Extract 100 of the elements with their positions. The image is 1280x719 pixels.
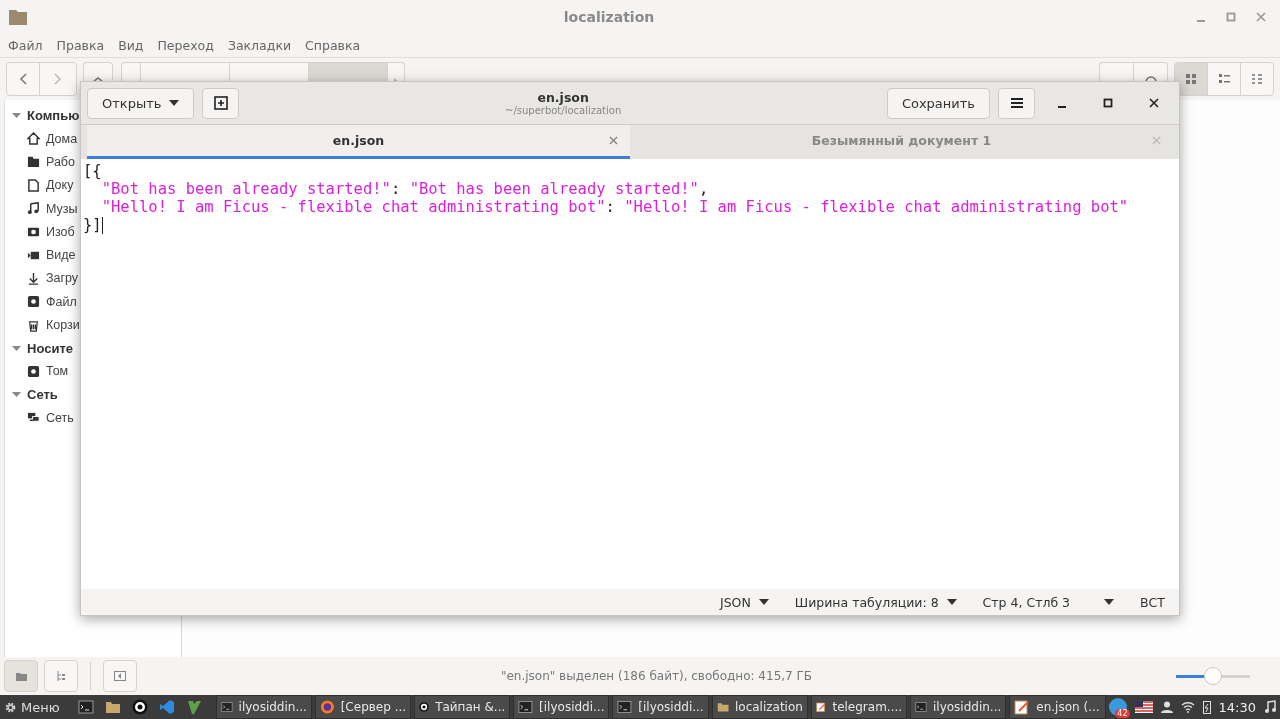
sidebar-heading[interactable]: Носите	[5, 336, 73, 360]
menu-item[interactable]: Закладки	[227, 37, 292, 53]
sidebar-heading[interactable]: Сеть	[5, 382, 58, 406]
taskbar-button[interactable]: [ilyosiddi...	[612, 695, 709, 719]
menu-item[interactable]: Переход	[157, 37, 214, 53]
caret-icon	[1104, 599, 1115, 605]
places-button[interactable]	[4, 660, 38, 692]
folder-icon	[104, 699, 121, 715]
camera-icon	[27, 225, 40, 239]
sidebar-item[interactable]: Том	[5, 359, 69, 383]
menu-button[interactable]	[998, 87, 1035, 119]
taskbar-button[interactable]: telegram....	[810, 695, 908, 719]
sidebar-heading[interactable]: Компью	[5, 104, 80, 127]
close-icon	[1149, 98, 1159, 108]
compact-view-icon	[1251, 73, 1263, 85]
forward-icon	[54, 73, 62, 85]
browser-icon	[319, 699, 335, 715]
zoom-slider-thumb[interactable]	[1204, 667, 1222, 685]
vim-logo-icon	[185, 699, 202, 715]
taskbar-button[interactable]: Тайпан &...	[414, 695, 511, 719]
cursor-position-dropdown[interactable]: Стр 4, Стлб 3	[982, 594, 1115, 610]
text-area[interactable]: [{ "Bot has been already started!": "Bot has been already started!", "Hello! I am Ficus - flexible chat administrating bot": "Hello! I am Ficus - flexible chat administrating bot" }]	[81, 159, 1179, 589]
folder-icon	[15, 671, 27, 681]
minimize-icon	[1058, 106, 1066, 108]
expander-icon	[12, 111, 21, 120]
circle-logo-icon	[419, 699, 430, 715]
sidebar-item[interactable]: Доку	[5, 173, 74, 197]
sidebar-item[interactable]: Изоб	[5, 220, 75, 244]
text-editor-icon	[815, 699, 827, 715]
taskbar-button[interactable]: [ilyosiddi...	[513, 695, 610, 719]
gear-icon	[4, 700, 17, 714]
code-punctuation: :	[390, 180, 401, 198]
notification-count: 42	[1115, 709, 1130, 718]
string-literal: "Bot has been already started!"	[409, 180, 699, 198]
network-icon	[27, 411, 40, 425]
language-dropdown[interactable]: JSON	[719, 594, 769, 610]
taskbar-button[interactable]: [Сервер ...	[314, 695, 412, 719]
menu-item[interactable]: Справка	[305, 37, 361, 53]
window-title: en.json	[537, 90, 589, 105]
menu-item[interactable]: Файл	[8, 37, 43, 53]
sidebar-item[interactable]: Корзи	[5, 313, 80, 337]
list-view-icon	[1218, 73, 1230, 85]
menu-item[interactable]: Вид	[118, 37, 144, 53]
expander-icon	[12, 343, 21, 353]
drive-icon	[27, 295, 40, 309]
toggle-sidebar-button[interactable]	[103, 660, 137, 692]
wifi-icon[interactable]	[1180, 701, 1195, 713]
sidebar-item[interactable]: Файл	[5, 290, 77, 314]
sidebar-item[interactable]: Рабо	[5, 150, 75, 174]
clock[interactable]: 14:30	[1218, 699, 1256, 715]
view-mode-button[interactable]	[1175, 63, 1208, 95]
drive-icon	[27, 364, 40, 378]
sidebar-item[interactable]: Сеть	[5, 405, 74, 430]
taskbar-button[interactable]: ilyosiddin...	[215, 695, 312, 719]
sidebar-item[interactable]: Дома	[5, 127, 78, 151]
terminal-icon	[518, 699, 534, 715]
terminal-icon	[915, 699, 927, 715]
insert-mode: ВСТ	[1140, 594, 1165, 610]
sidebar-item[interactable]: Загру	[5, 266, 79, 291]
document-icon	[27, 178, 40, 192]
code-punctuation: :	[605, 198, 615, 216]
back-icon	[19, 73, 27, 85]
string-literal: "Hello! I am Ficus - flexible chat administrating bot"	[101, 198, 606, 216]
code-punctuation: }]	[83, 216, 102, 234]
notification-icon[interactable]: 42	[1108, 698, 1127, 716]
trash-icon	[27, 318, 40, 332]
battery-icon[interactable]	[1202, 700, 1211, 714]
start-menu-button[interactable]: Меню	[0, 699, 68, 715]
expander-icon	[12, 389, 21, 399]
text-cursor	[101, 216, 103, 234]
close-tab-button[interactable]	[609, 136, 618, 145]
grid-view-icon	[1185, 73, 1197, 85]
taskbar-button[interactable]: ilyosiddin...	[910, 695, 1007, 719]
document-tab[interactable]: en.json	[87, 125, 630, 159]
close-icon	[1256, 11, 1266, 22]
music-icon[interactable]	[1264, 700, 1276, 714]
taskbar-button[interactable]: en.json (...	[1009, 695, 1106, 719]
save-button[interactable]: Сохранить	[886, 87, 990, 119]
sidebar-item[interactable]: Виде	[5, 243, 76, 267]
tab-width-dropdown[interactable]: Ширина табуляции: 8	[794, 594, 957, 610]
flag-icon[interactable]	[1134, 701, 1153, 713]
menu-item[interactable]: Правка	[56, 37, 105, 53]
tree-icon	[56, 671, 66, 681]
code-editor-icon	[158, 699, 175, 715]
music-icon	[27, 202, 40, 216]
new-document-icon	[213, 96, 228, 110]
maximize-icon	[1103, 98, 1113, 108]
up-button[interactable]	[83, 62, 113, 82]
new-tab-button[interactable]	[202, 87, 240, 119]
text-editor-icon	[1014, 699, 1031, 715]
close-icon	[609, 136, 618, 145]
window-title: localization	[562, 8, 656, 25]
user-icon[interactable]	[1160, 701, 1173, 713]
sidebar-item[interactable]: Музы	[5, 196, 78, 221]
code-punctuation: [{	[83, 162, 102, 180]
code-punctuation: ,	[698, 180, 709, 198]
open-button[interactable]: Открыть	[87, 87, 195, 119]
terminal-icon	[220, 699, 233, 715]
status-text: "en.json" выделен (186 байт), свободно: 415,7 ГБ	[499, 669, 814, 683]
taskbar-button[interactable]: localization	[711, 695, 808, 719]
